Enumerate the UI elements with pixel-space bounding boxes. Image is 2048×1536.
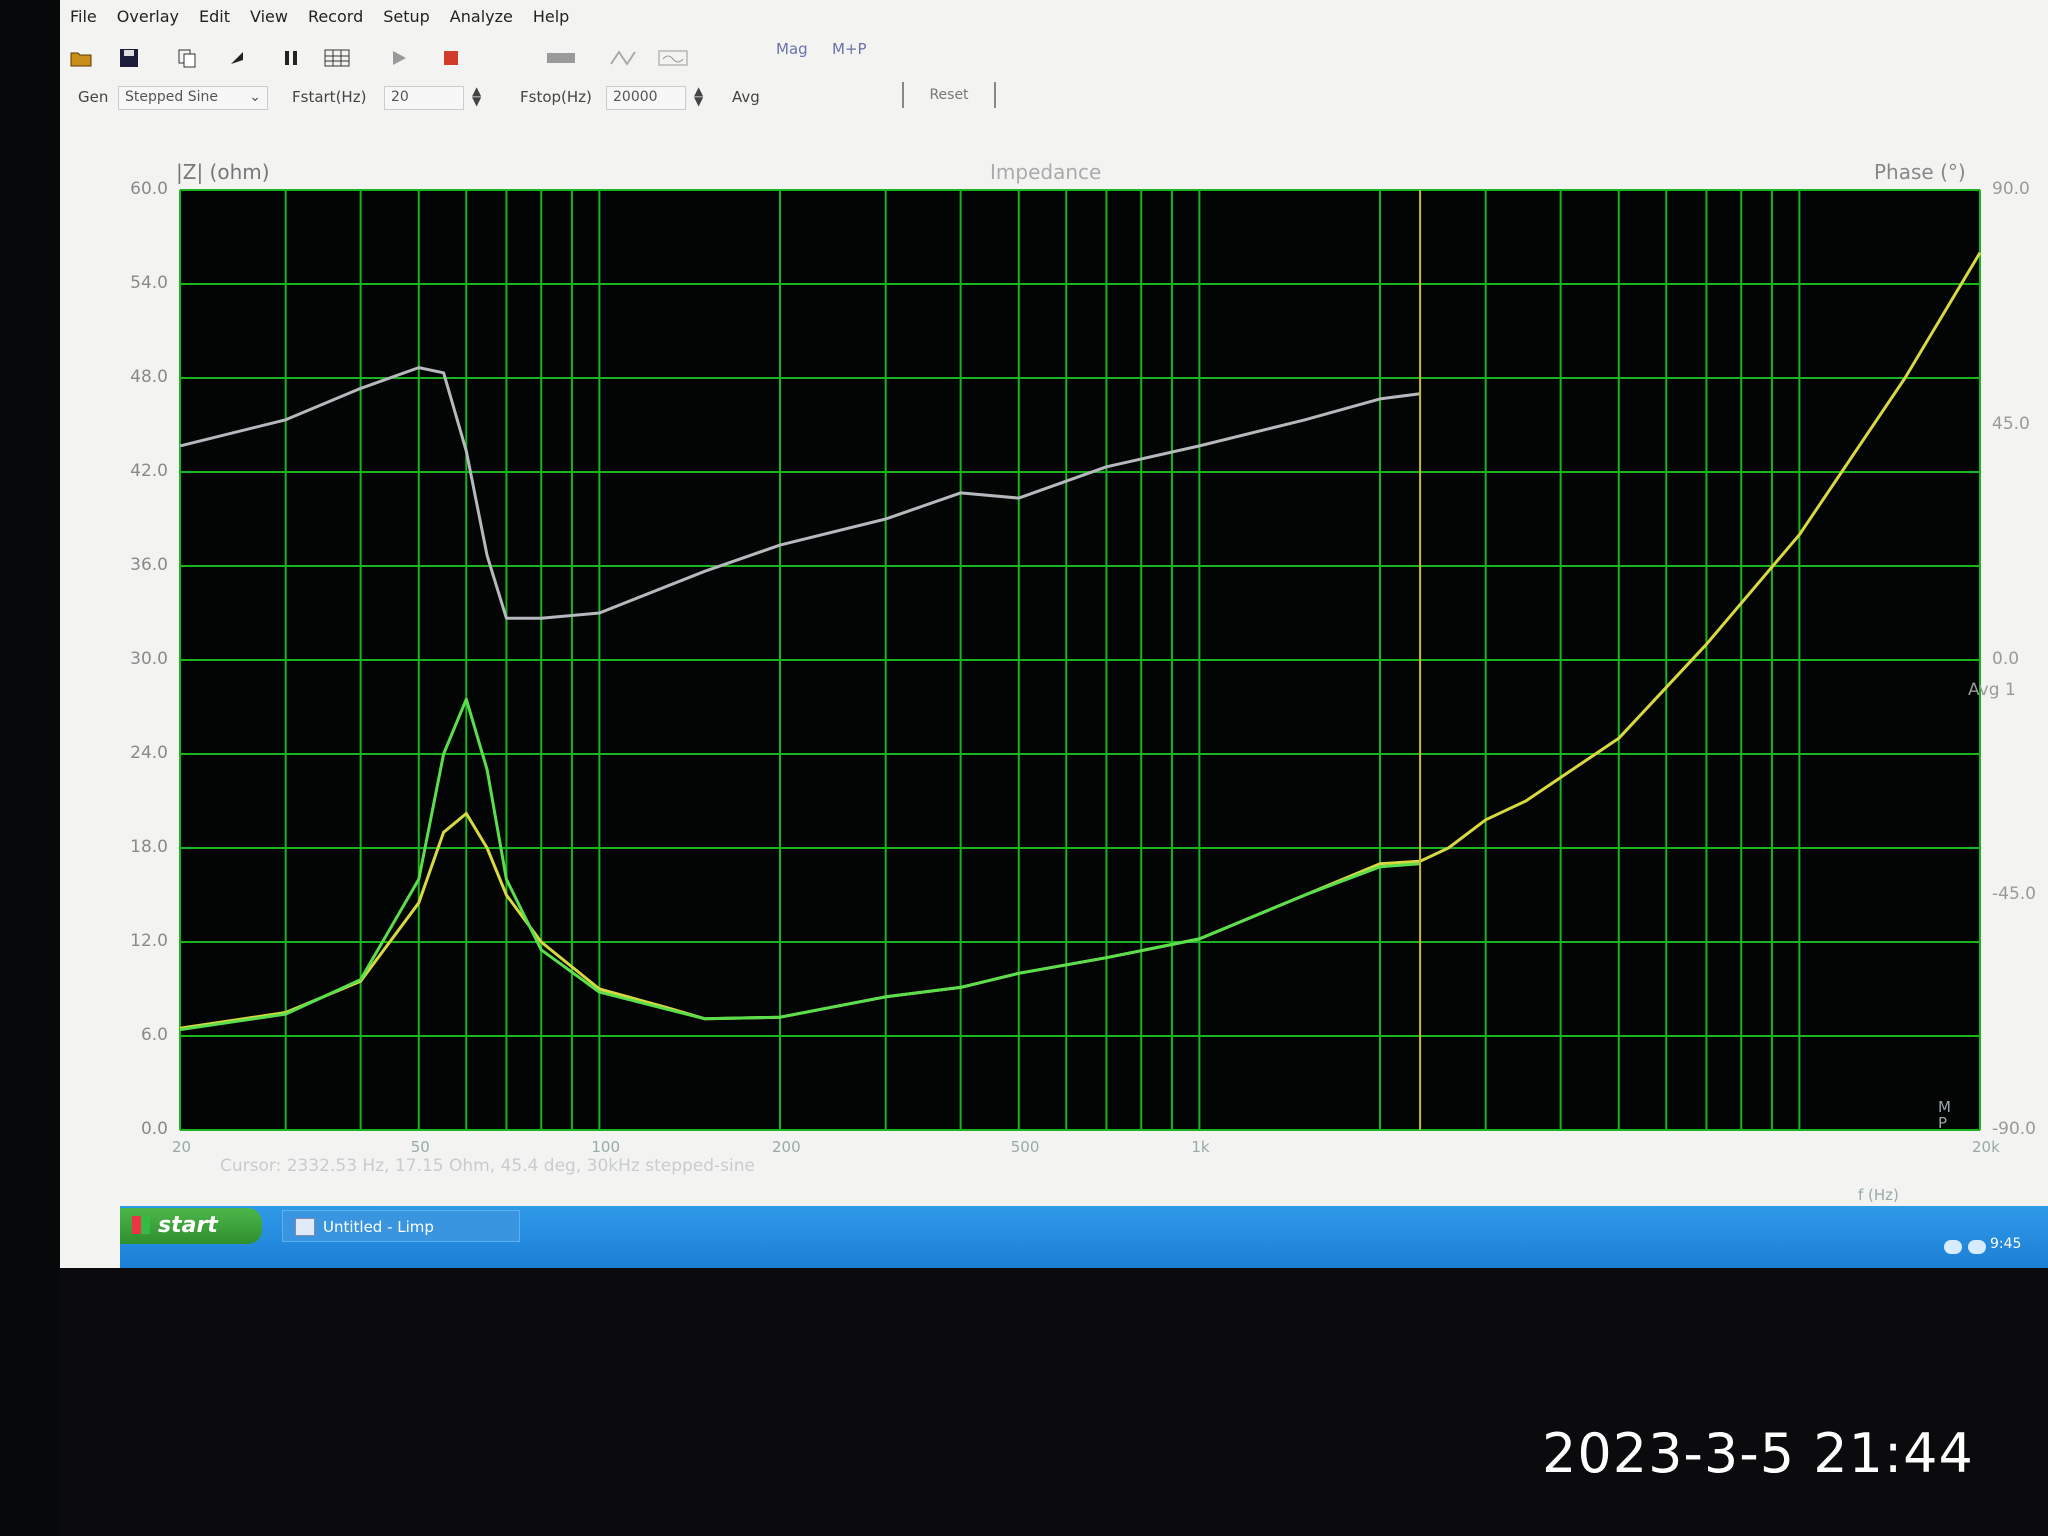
monitor-bezel (0, 0, 60, 1536)
y-tick-label: 36.0 (130, 555, 168, 575)
x-axis-unit: f (Hz) (1858, 1186, 1899, 1204)
photo-timestamp: 2023-3-5 21:44 (1542, 1422, 1974, 1485)
x-tick-label: 100 (591, 1138, 621, 1156)
phase-tick-label: 45.0 (1992, 414, 2030, 434)
network-tray-icon[interactable] (1944, 1240, 1962, 1254)
y-tick-label: 24.0 (130, 743, 168, 763)
windows-logo-icon (132, 1216, 150, 1234)
phase-tick-label: -45.0 (1992, 884, 2036, 904)
avg-readout: Avg 1 (1968, 680, 2016, 700)
app-window: File Overlay Edit View Record Setup Anal… (60, 0, 2048, 1268)
y-axis-title: |Z| (ohm) (176, 160, 270, 184)
phase-tick-label: 0.0 (1992, 649, 2020, 669)
x-tick-label: 1k (1191, 1138, 1210, 1156)
p-label: P (1938, 1114, 1948, 1132)
y-tick-label: 48.0 (130, 367, 168, 387)
phase-tick-label: 90.0 (1992, 179, 2030, 199)
x-tick-label: 200 (772, 1138, 801, 1156)
phase-tick-label: -90.0 (1992, 1119, 2036, 1139)
chart-title: Impedance (990, 160, 1102, 184)
taskbar-app-button[interactable]: Untitled - Limp (282, 1210, 520, 1242)
volume-tray-icon[interactable] (1968, 1240, 1986, 1254)
system-clock: 9:45 (1990, 1236, 2022, 1252)
y-tick-label: 30.0 (130, 649, 168, 669)
y-tick-label: 0.0 (140, 1119, 168, 1139)
y-tick-label: 12.0 (130, 931, 168, 951)
x-tick-label: 20k (1972, 1138, 2000, 1156)
x-tick-label: 500 (1010, 1138, 1040, 1156)
app-window-icon (295, 1218, 315, 1236)
y-tick-label: 42.0 (130, 461, 168, 481)
phase-axis-title: Phase (°) (1874, 160, 1966, 184)
y-tick-label: 54.0 (130, 273, 168, 293)
impedance-chart[interactable] (60, 0, 2048, 1268)
y-tick-label: 6.0 (140, 1025, 168, 1045)
y-tick-label: 18.0 (130, 837, 168, 857)
x-tick-label: 20 (172, 1138, 192, 1156)
cursor-readout: Cursor: 2332.53 Hz, 17.15 Ohm, 45.4 deg,… (220, 1156, 755, 1176)
y-tick-label: 60.0 (130, 179, 168, 199)
x-tick-label: 50 (410, 1138, 430, 1156)
start-button[interactable]: start (120, 1208, 262, 1244)
